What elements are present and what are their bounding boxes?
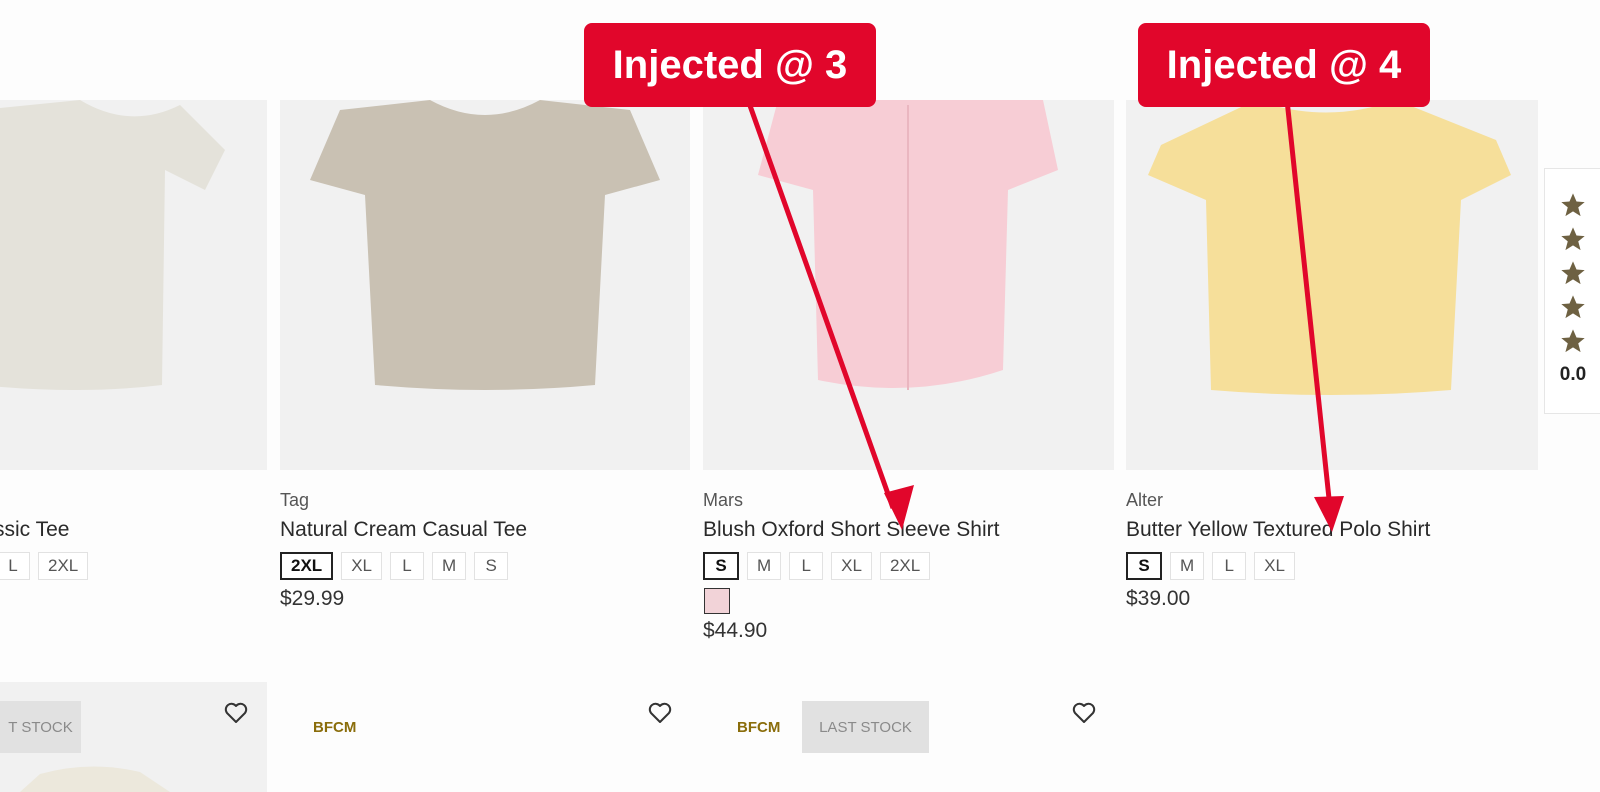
injected-callout-3: Injected @ 3 [584, 23, 876, 107]
callout-arrowhead-4 [1314, 496, 1344, 532]
callout-arrows [745, 99, 1344, 532]
callout-arrow-3 [745, 99, 896, 509]
injected-callout-4: Injected @ 4 [1138, 23, 1430, 107]
callout-arrow-4 [1284, 99, 1333, 509]
